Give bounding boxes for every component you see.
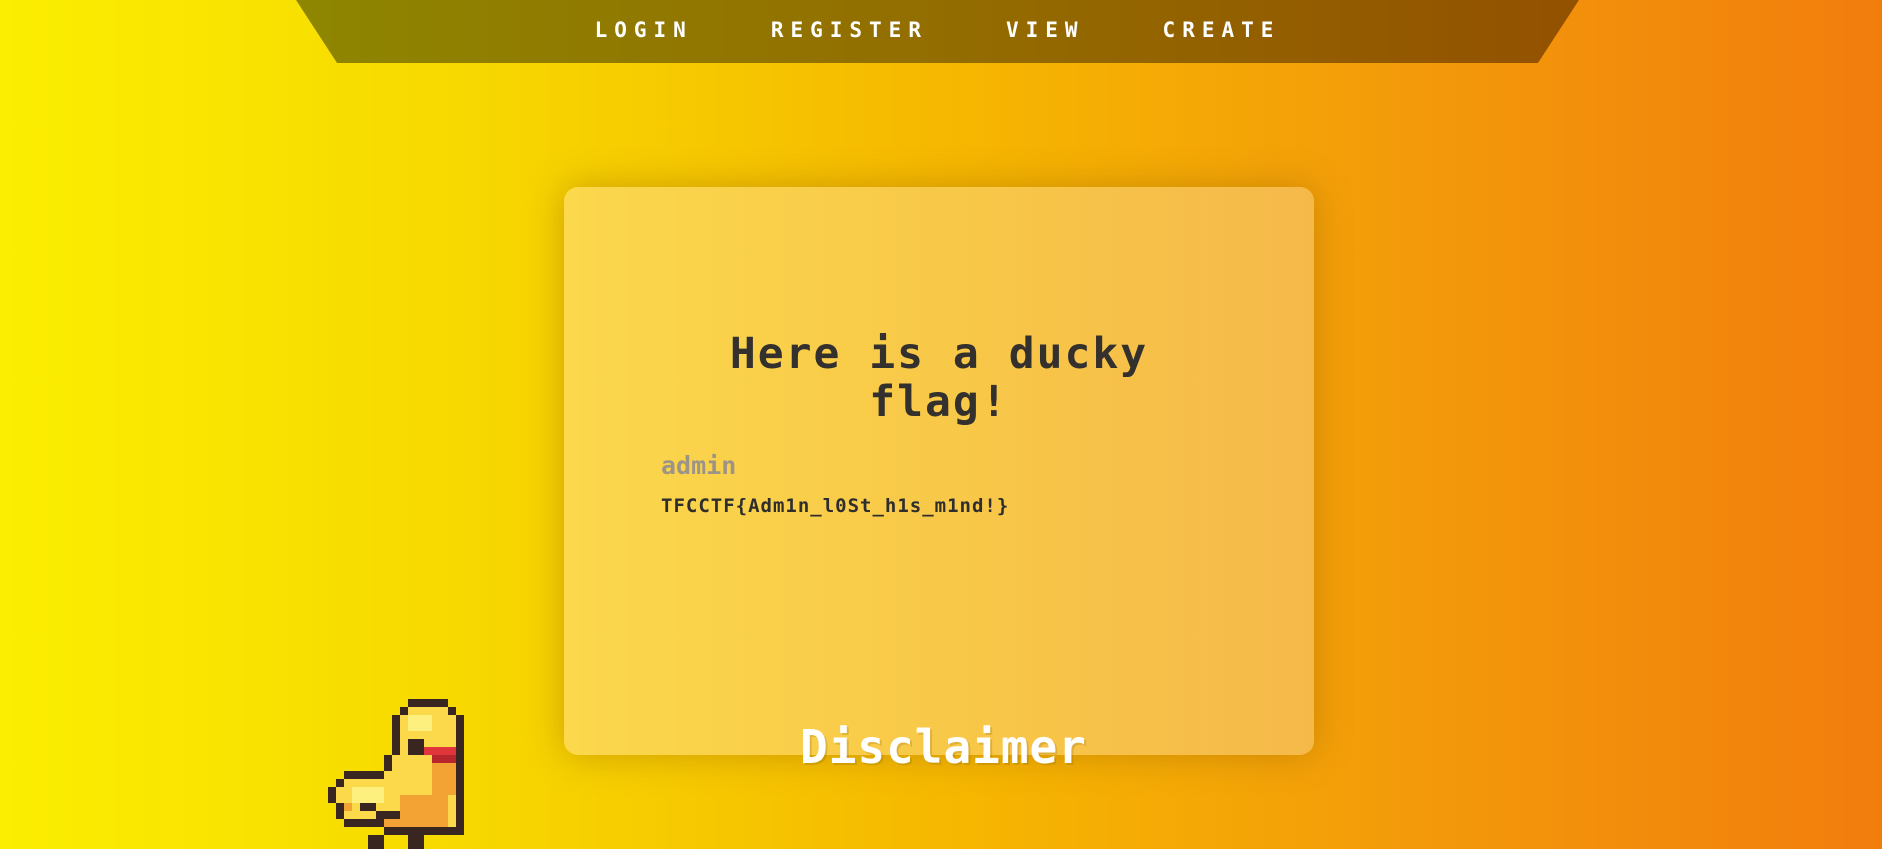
nav-links: LOGIN REGISTER VIEW CREATE bbox=[296, 0, 1579, 60]
nav-link-register[interactable]: REGISTER bbox=[771, 18, 928, 42]
top-navigation-bar: LOGIN REGISTER VIEW CREATE bbox=[296, 0, 1579, 63]
card-title: Here is a ducky flag! bbox=[729, 329, 1149, 427]
disclaimer-heading[interactable]: Disclaimer bbox=[800, 720, 1100, 774]
flag-card: Here is a ducky flag! admin TFCCTF{Adm1n… bbox=[564, 187, 1314, 755]
nav-link-login[interactable]: LOGIN bbox=[595, 18, 693, 42]
post-flag-text: TFCCTF{Adm1n_l0St_h1s_m1nd!} bbox=[661, 495, 1010, 517]
nav-link-create[interactable]: CREATE bbox=[1163, 18, 1281, 42]
nav-link-view[interactable]: VIEW bbox=[1006, 18, 1085, 42]
pixel-duck-icon bbox=[328, 699, 464, 849]
post-username: admin bbox=[661, 451, 737, 480]
